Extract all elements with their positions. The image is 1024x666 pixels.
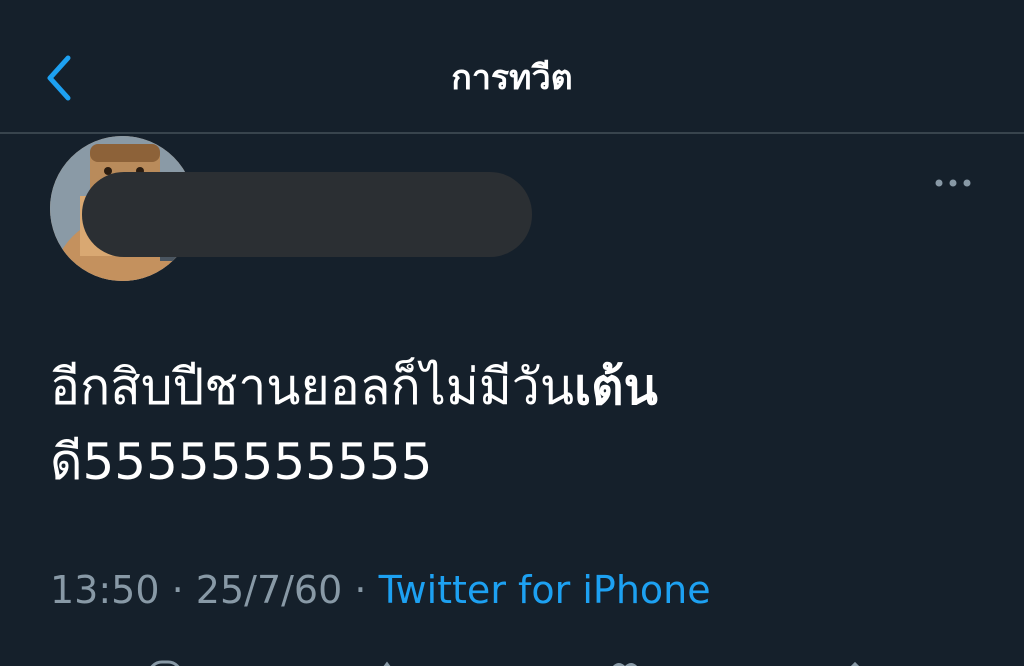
page-title: การทวีต: [451, 58, 573, 98]
retweet-icon[interactable]: [375, 658, 415, 666]
tweet-date: 25/7/60: [195, 568, 343, 612]
tweet-text-regular: อีกสิบปีชานยอลก็ไม่มีวัน: [50, 358, 575, 416]
action-bar: [0, 648, 1024, 666]
header-divider: [0, 132, 1024, 134]
tweet-source-link[interactable]: Twitter for iPhone: [379, 568, 711, 612]
tweet-text-line-2: ดี55555555555: [50, 433, 433, 491]
tweet-text: อีกสิบปีชานยอลก็ไม่มีวันเต้น ดี555555555…: [50, 350, 950, 500]
meta-separator: ·: [354, 568, 367, 612]
tweet-text-bold: เต้น: [574, 358, 658, 416]
tweet-time: 13:50: [50, 568, 160, 612]
share-icon[interactable]: [835, 658, 875, 666]
meta-separator: ·: [171, 568, 184, 612]
reply-icon[interactable]: [145, 658, 185, 666]
tweet-meta: 13:50 · 25/7/60 · Twitter for iPhone: [50, 566, 711, 614]
like-icon[interactable]: [605, 658, 645, 666]
tweet-text-line-1: อีกสิบปีชานยอลก็ไม่มีวันเต้น: [50, 350, 950, 425]
nav-header: การทวีต: [0, 0, 1024, 132]
more-horizontal-icon: [935, 179, 971, 187]
more-button[interactable]: [930, 172, 976, 194]
tweet-detail-screen: การทวีต อีกสิบปีชานยอลก็ไม่มีวันเต้น ดี5…: [0, 0, 1024, 666]
author-name-redacted: [82, 172, 532, 257]
